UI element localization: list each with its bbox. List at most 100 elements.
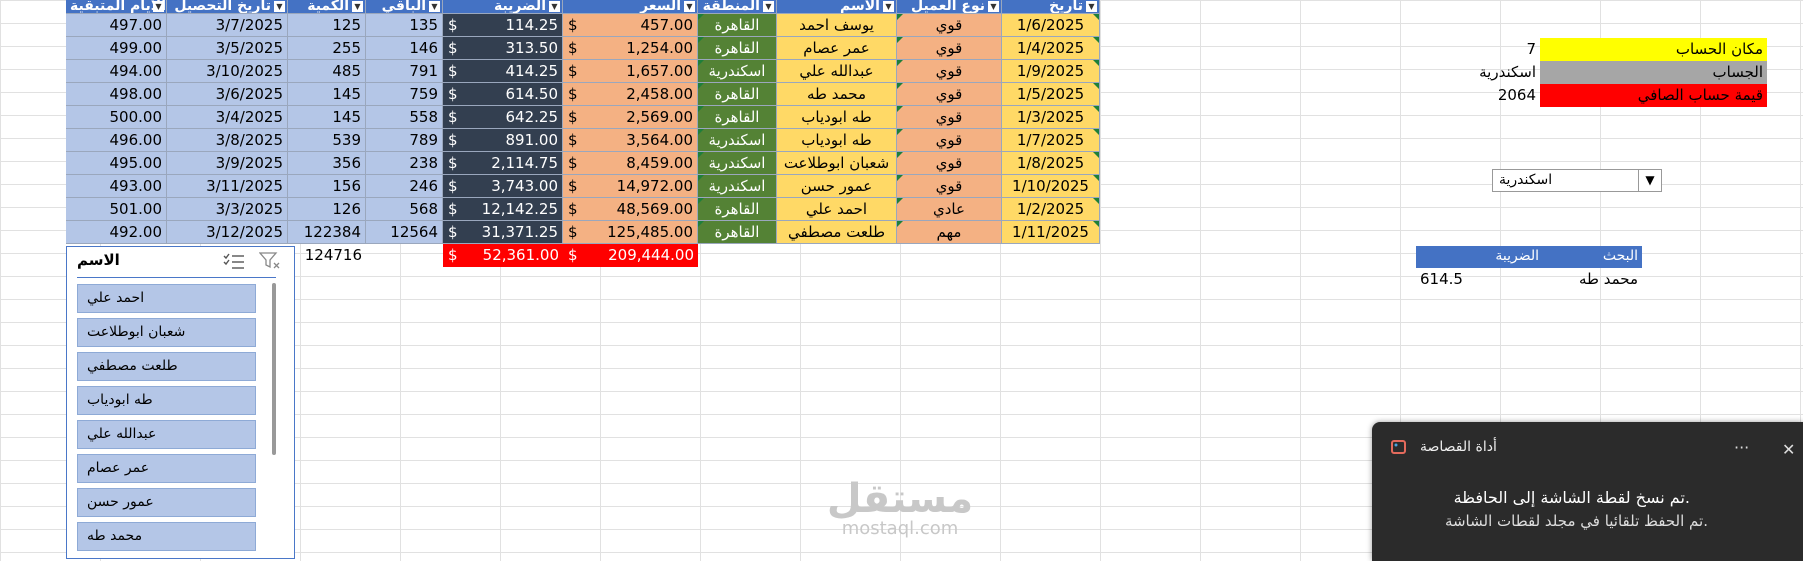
slicer-item[interactable]: عبدالله علي [77,420,256,449]
filter-dropdown-icon[interactable]: ▼ [153,1,164,12]
table-cell[interactable]: 1/7/2025 [1002,129,1100,152]
table-cell[interactable]: $3,743.00 [443,175,563,198]
table-cell[interactable]: 135 [366,14,443,37]
filter-dropdown-icon[interactable]: ▼ [763,1,774,12]
table-cell[interactable]: القاهرة [698,221,777,244]
table-cell[interactable]: $14,972.00 [563,175,698,198]
table-cell[interactable]: $457.00 [563,14,698,37]
table-cell[interactable]: 246 [366,175,443,198]
table-cell[interactable]: قوي [897,60,1002,83]
filter-dropdown-icon[interactable]: ▼ [274,1,285,12]
more-options-icon[interactable]: ··· [1734,438,1749,457]
table-cell[interactable]: 759 [366,83,443,106]
table-cell[interactable]: القاهرة [698,198,777,221]
column-header[interactable]: الضريبة ▼ [443,0,563,14]
table-cell[interactable]: محمد طه [777,83,897,106]
table-cell[interactable]: 356 [288,152,366,175]
snipping-tool-toast[interactable]: ✕ ··· أداة القصاصة تم نسخ لقطة الشاشة إل… [1372,422,1803,561]
slicer-item[interactable]: عمور حسن [77,488,256,517]
table-cell[interactable]: 1/11/2025 [1002,221,1100,244]
table-cell[interactable]: طه ابودياب [777,129,897,152]
table-cell[interactable]: شعبان ابوطلاعت [777,152,897,175]
table-cell[interactable]: $642.25 [443,106,563,129]
table-cell[interactable]: $31,371.25 [443,221,563,244]
summary-value[interactable]: 2064 [1440,84,1540,107]
table-cell[interactable]: قوي [897,14,1002,37]
slicer-item[interactable]: محمد طه [77,522,256,551]
slicer-item[interactable]: طلعت مصطفي [77,352,256,381]
table-cell[interactable]: قوي [897,37,1002,60]
column-header[interactable]: الكمية ▼ [288,0,366,14]
table-cell[interactable]: 1/6/2025 [1002,14,1100,37]
table-cell[interactable]: 485 [288,60,366,83]
table-cell[interactable]: 3/6/2025 [167,83,288,106]
column-header[interactable]: الباقي ▼ [366,0,443,14]
table-cell[interactable]: 255 [288,37,366,60]
table-cell[interactable]: $114.25 [443,14,563,37]
total-price[interactable]: $209,444.00 [563,244,698,267]
table-cell[interactable]: 3/5/2025 [167,37,288,60]
table-cell[interactable]: 539 [288,129,366,152]
filter-dropdown-icon[interactable]: ▼ [684,1,695,12]
close-icon[interactable]: ✕ [1782,440,1795,459]
table-cell[interactable]: 568 [366,198,443,221]
table-cell[interactable]: 498.00 [66,83,167,106]
table-cell[interactable]: 12564 [366,221,443,244]
table-cell[interactable]: قوي [897,129,1002,152]
table-cell[interactable]: القاهرة [698,37,777,60]
table-cell[interactable]: 146 [366,37,443,60]
table-cell[interactable]: 501.00 [66,198,167,221]
table-cell[interactable]: 3/7/2025 [167,14,288,37]
filter-dropdown-icon[interactable]: ▼ [352,1,363,12]
table-cell[interactable]: 3/8/2025 [167,129,288,152]
table-cell[interactable]: 558 [366,106,443,129]
table-cell[interactable]: 492.00 [66,221,167,244]
table-cell[interactable]: 1/5/2025 [1002,83,1100,106]
table-cell[interactable]: طلعت مصطفي [777,221,897,244]
table-cell[interactable]: 496.00 [66,129,167,152]
slicer-item[interactable]: احمد علي [77,284,256,313]
table-cell[interactable]: 125 [288,14,366,37]
table-cell[interactable]: 494.00 [66,60,167,83]
table-cell[interactable]: 495.00 [66,152,167,175]
table-cell[interactable]: 789 [366,129,443,152]
table-cell[interactable]: 500.00 [66,106,167,129]
table-cell[interactable]: قوي [897,106,1002,129]
table-cell[interactable]: مهم [897,221,1002,244]
table-cell[interactable]: عمور حسن [777,175,897,198]
table-cell[interactable]: عادي [897,198,1002,221]
summary-value[interactable]: 7 [1440,38,1540,61]
table-cell[interactable]: $2,569.00 [563,106,698,129]
column-header[interactable]: نوع العميل ▼ [897,0,1002,14]
multi-select-icon[interactable] [223,252,245,270]
table-cell[interactable]: اسكندرية [698,129,777,152]
table-cell[interactable]: القاهرة [698,106,777,129]
column-header[interactable]: الأيام المتبقية ▼ [66,0,167,14]
table-cell[interactable]: قوي [897,152,1002,175]
clear-filter-icon[interactable] [258,252,281,270]
table-cell[interactable]: القاهرة [698,83,777,106]
table-cell[interactable]: 497.00 [66,14,167,37]
filter-dropdown-icon[interactable]: ▼ [549,1,560,12]
table-cell[interactable]: 122384 [288,221,366,244]
table-cell[interactable]: $1,657.00 [563,60,698,83]
slicer-item[interactable]: شعبان ابوطلاعت [77,318,256,347]
table-cell[interactable]: 1/9/2025 [1002,60,1100,83]
filter-dropdown-icon[interactable]: ▼ [988,1,999,12]
table-cell[interactable]: 3/4/2025 [167,106,288,129]
table-cell[interactable]: 1/4/2025 [1002,37,1100,60]
summary-value[interactable]: اسكندرية [1440,61,1540,84]
table-cell[interactable]: $2,114.75 [443,152,563,175]
table-cell[interactable]: 3/11/2025 [167,175,288,198]
table-cell[interactable]: 1/8/2025 [1002,152,1100,175]
table-cell[interactable]: القاهرة [698,14,777,37]
table-cell[interactable]: 1/10/2025 [1002,175,1100,198]
table-cell[interactable]: $12,142.25 [443,198,563,221]
table-cell[interactable]: $8,459.00 [563,152,698,175]
region-dropdown[interactable]: اسكندرية ▼ [1492,169,1662,192]
slicer-item[interactable]: عمر عصام [77,454,256,483]
table-cell[interactable]: $3,564.00 [563,129,698,152]
table-cell[interactable]: $48,569.00 [563,198,698,221]
table-cell[interactable]: 145 [288,83,366,106]
total-qty[interactable]: 124716 [288,244,366,267]
